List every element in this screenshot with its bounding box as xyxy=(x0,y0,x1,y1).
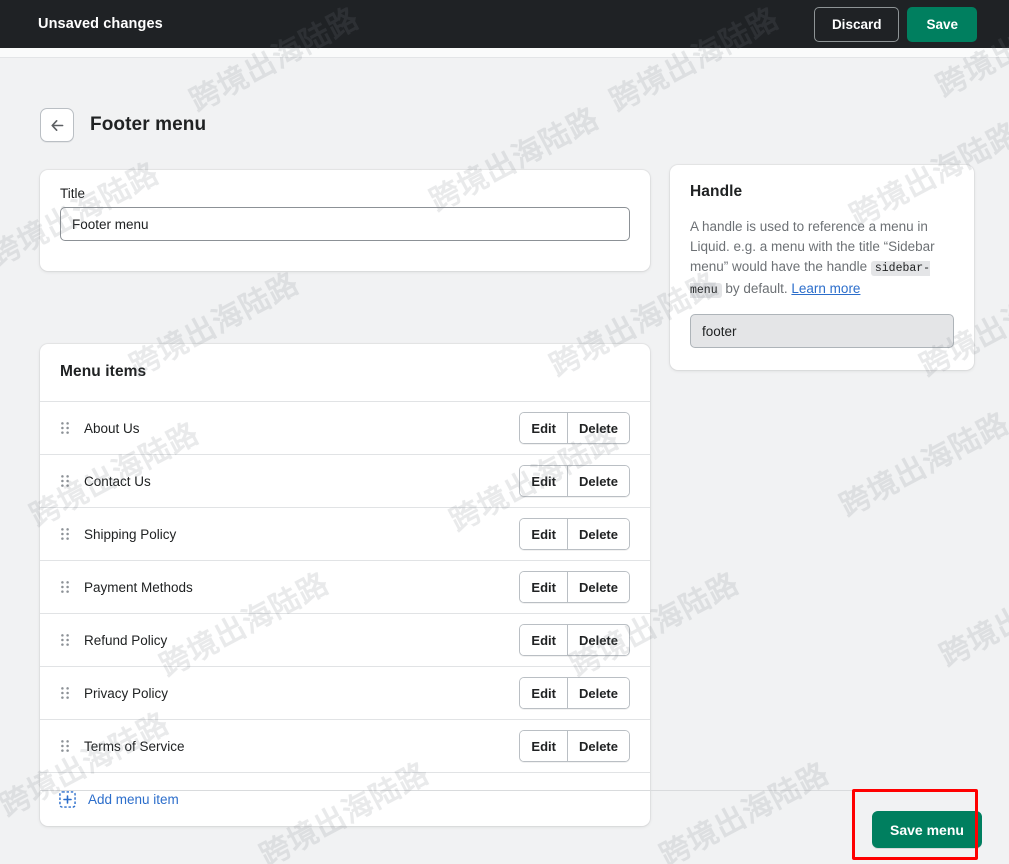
menu-item-row[interactable]: Refund Policy Edit Delete xyxy=(40,613,650,666)
delete-button[interactable]: Delete xyxy=(566,572,629,602)
menu-item-row[interactable]: About Us Edit Delete xyxy=(40,401,650,454)
menu-item-label: Payment Methods xyxy=(84,579,193,595)
edit-button[interactable]: Edit xyxy=(520,519,567,549)
edit-button[interactable]: Edit xyxy=(520,731,567,761)
unsaved-changes-message: Unsaved changes xyxy=(38,16,163,32)
drag-handle-icon[interactable] xyxy=(58,527,72,541)
menu-item-row[interactable]: Payment Methods Edit Delete xyxy=(40,560,650,613)
edit-button[interactable]: Edit xyxy=(520,466,567,496)
title-input[interactable] xyxy=(60,207,630,241)
edit-button[interactable]: Edit xyxy=(520,678,567,708)
delete-button[interactable]: Delete xyxy=(566,466,629,496)
add-menu-item-button[interactable]: Add menu item xyxy=(40,772,650,826)
delete-button[interactable]: Delete xyxy=(566,413,629,443)
unsaved-changes-bar: Unsaved changes Discard Save xyxy=(0,0,1009,48)
page-title: Footer menu xyxy=(90,114,207,135)
handle-card: Handle A handle is used to reference a m… xyxy=(670,165,974,370)
edit-button[interactable]: Edit xyxy=(520,413,567,443)
drag-handle-icon[interactable] xyxy=(58,739,72,753)
topbar-actions: Discard Save xyxy=(813,6,977,42)
arrow-left-icon xyxy=(49,117,66,134)
back-button[interactable] xyxy=(40,108,74,142)
menu-item-row[interactable]: Terms of Service Edit Delete xyxy=(40,719,650,772)
menu-item-label: Refund Policy xyxy=(84,632,168,648)
menu-item-label: About Us xyxy=(84,420,140,436)
menu-item-label: Contact Us xyxy=(84,473,151,489)
handle-description: A handle is used to reference a menu in … xyxy=(690,217,954,301)
row-actions: Edit Delete xyxy=(519,624,630,656)
row-actions: Edit Delete xyxy=(519,465,630,497)
save-menu-container: Save menu xyxy=(872,811,982,848)
menu-items-card: Menu items About Us Edit Delete Contact … xyxy=(40,344,650,826)
row-actions: Edit Delete xyxy=(519,677,630,709)
add-square-icon xyxy=(58,791,76,809)
footer-divider xyxy=(40,790,974,791)
row-actions: Edit Delete xyxy=(519,730,630,762)
drag-handle-icon[interactable] xyxy=(58,580,72,594)
delete-button[interactable]: Delete xyxy=(566,519,629,549)
menu-item-row[interactable]: Privacy Policy Edit Delete xyxy=(40,666,650,719)
add-menu-item-label: Add menu item xyxy=(88,792,179,807)
edit-button[interactable]: Edit xyxy=(520,625,567,655)
delete-button[interactable]: Delete xyxy=(566,625,629,655)
title-field-label: Title xyxy=(60,186,86,201)
menu-item-label: Terms of Service xyxy=(84,738,185,754)
handle-card-title: Handle xyxy=(690,183,743,200)
page-content: Footer menu Title Menu items About Us Ed… xyxy=(0,59,1009,864)
save-menu-button[interactable]: Save menu xyxy=(872,811,982,848)
learn-more-link[interactable]: Learn more xyxy=(791,281,860,296)
delete-button[interactable]: Delete xyxy=(566,731,629,761)
drag-handle-icon[interactable] xyxy=(58,474,72,488)
menu-item-label: Shipping Policy xyxy=(84,526,177,542)
page-header: Footer menu xyxy=(40,108,206,142)
drag-handle-icon[interactable] xyxy=(58,633,72,647)
title-card: Title xyxy=(40,170,650,271)
save-button[interactable]: Save xyxy=(907,6,977,42)
row-actions: Edit Delete xyxy=(519,571,630,603)
menu-item-row[interactable]: Contact Us Edit Delete xyxy=(40,454,650,507)
menu-item-row[interactable]: Shipping Policy Edit Delete xyxy=(40,507,650,560)
topbar-under-strip xyxy=(0,48,1009,58)
menu-items-title: Menu items xyxy=(60,363,147,380)
delete-button[interactable]: Delete xyxy=(566,678,629,708)
menu-item-label: Privacy Policy xyxy=(84,685,169,701)
handle-input[interactable] xyxy=(690,314,954,348)
handle-description-part2: by default. xyxy=(721,281,792,296)
row-actions: Edit Delete xyxy=(519,518,630,550)
drag-handle-icon[interactable] xyxy=(58,686,72,700)
edit-button[interactable]: Edit xyxy=(520,572,567,602)
row-actions: Edit Delete xyxy=(519,412,630,444)
drag-handle-icon[interactable] xyxy=(58,421,72,435)
discard-button[interactable]: Discard xyxy=(813,6,900,42)
